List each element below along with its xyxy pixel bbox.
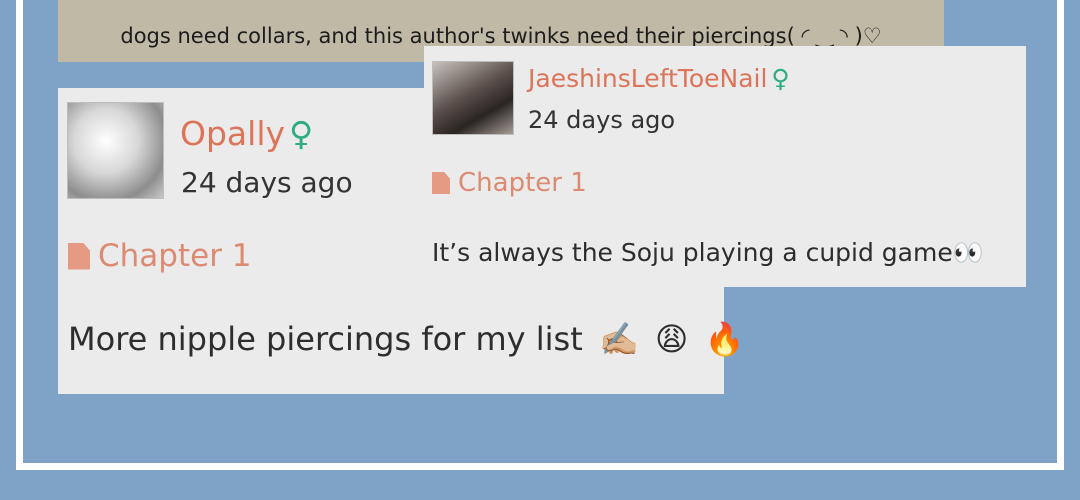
username-link[interactable]: Opally ♀ bbox=[180, 114, 313, 153]
comment-text: It’s always the Soju playing a cupid gam… bbox=[432, 238, 984, 268]
comment-timestamp: 24 days ago bbox=[528, 106, 676, 134]
file-icon bbox=[432, 172, 450, 194]
username-text[interactable]: JaeshinsLeftToeNail bbox=[528, 64, 767, 93]
avatar[interactable] bbox=[432, 61, 514, 135]
weary-face-icon: 😩 bbox=[654, 320, 689, 358]
file-icon bbox=[68, 242, 90, 270]
username-link[interactable]: JaeshinsLeftToeNail ♀ bbox=[528, 64, 790, 93]
female-sign-icon: ♀ bbox=[771, 64, 790, 93]
female-sign-icon: ♀ bbox=[289, 114, 314, 153]
chapter-link[interactable]: Chapter 1 bbox=[68, 238, 252, 274]
comment-card-jaeshin: JaeshinsLeftToeNail ♀ 24 days ago Chapte… bbox=[424, 46, 1026, 287]
comment-body: More nipple piercings for my list bbox=[68, 320, 583, 358]
comment-body: It’s always the Soju playing a cupid gam… bbox=[432, 238, 953, 267]
chapter-label[interactable]: Chapter 1 bbox=[98, 238, 252, 274]
eyes-icon: 👀 bbox=[952, 238, 984, 267]
fire-icon: 🔥 bbox=[704, 320, 745, 358]
chapter-link[interactable]: Chapter 1 bbox=[432, 168, 587, 198]
banner-text: dogs need collars, and this author's twi… bbox=[120, 24, 882, 48]
comment-text: More nipple piercings for my list ✍🏼 😩 🔥 bbox=[68, 320, 744, 358]
avatar[interactable] bbox=[67, 102, 164, 199]
username-text[interactable]: Opally bbox=[180, 114, 285, 153]
comment-timestamp: 24 days ago bbox=[181, 166, 353, 199]
chapter-label[interactable]: Chapter 1 bbox=[458, 168, 587, 198]
writing-hand-icon: ✍🏼 bbox=[598, 320, 639, 358]
